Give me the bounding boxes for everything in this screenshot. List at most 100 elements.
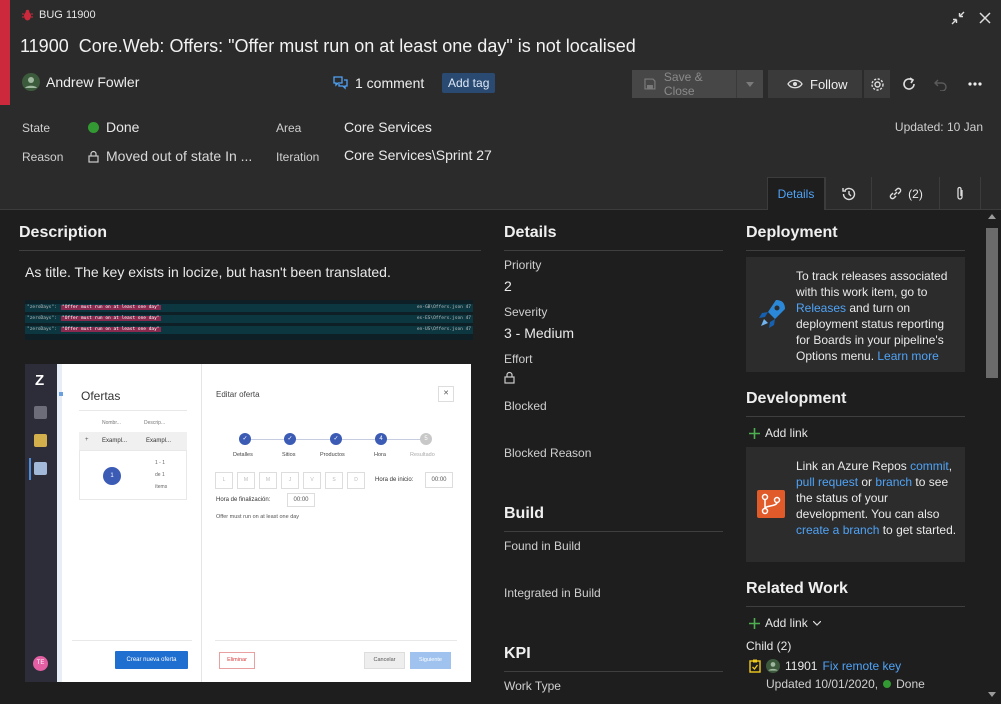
scroll-down-icon[interactable] [988,692,996,697]
comment-icon [333,76,348,90]
save-close-button[interactable]: Save & Close [632,70,763,98]
lock-icon [504,371,515,384]
severity-value[interactable]: 3 - Medium [504,325,574,341]
create-branch-link[interactable]: create a branch [796,523,879,537]
related-item-id: 11901 [785,659,818,673]
code-row: "zeroDays": "Offer must run on at least … [25,315,473,323]
updated-timestamp: Updated: 10 Jan [894,120,983,134]
related-add-link[interactable]: Add link [749,616,821,630]
build-heading: Build [504,505,723,532]
development-text: Link an Azure Repos commit, pull request… [796,459,957,537]
state-label: State [22,121,51,135]
work-item-type-color-bar [0,0,10,105]
close-icon[interactable] [975,8,995,28]
related-item[interactable]: 11901 Fix remote key [749,659,901,673]
avatar [22,73,40,91]
tab-links[interactable]: (2) [871,177,939,210]
releases-link[interactable]: Releases [796,301,846,315]
mock-edit-panel: Editar oferta ✕ ✓ ✓ ✓ 4 5 Detalles Sitio… [203,364,471,682]
details-heading: Details [504,224,723,251]
eye-icon [787,79,803,89]
effort-label: Effort [504,352,533,366]
description-text[interactable]: As title. The key exists in locize, but … [25,264,391,280]
branch-link[interactable]: branch [875,475,912,489]
development-add-link[interactable]: Add link [749,426,808,440]
integrated-in-build-label: Integrated in Build [504,586,601,600]
work-item-title-row: 11900 Core.Web: Offers: "Offer must run … [20,36,636,57]
child-group-label: Child (2) [746,639,792,653]
mock-cancel-button: Cancelar [364,652,405,669]
related-item-state: Done [896,677,925,691]
related-item-meta: Updated 10/01/2020, Done [766,677,925,691]
follow-button[interactable]: Follow [768,70,862,98]
tab-history[interactable] [825,177,871,210]
mock-logo: Z [35,372,45,389]
repo-branch-icon [757,490,785,518]
work-item-header: BUG 11900 11900 Core.Web: Offers: "Offer… [0,0,1001,105]
deployment-text: To track releases associated with this w… [796,269,948,363]
commit-link[interactable]: commit [910,459,949,473]
assigned-to[interactable]: Andrew Fowler [22,73,139,91]
state-value: Done [106,119,140,135]
iteration-value[interactable]: Core Services\Sprint 27 [344,147,492,163]
mock-grid-icon [34,406,47,419]
more-actions-icon[interactable] [964,74,986,94]
blocked-reason-label: Blocked Reason [504,446,592,460]
settings-gear-icon[interactable] [864,70,890,98]
reason-label: Reason [22,150,64,164]
collapse-icon[interactable] [948,8,968,28]
tab-links-count: (2) [908,186,923,201]
related-item-title[interactable]: Fix remote key [822,659,901,673]
follow-label: Follow [810,76,848,92]
add-tag-button[interactable]: Add tag [442,73,496,93]
chevron-down-icon[interactable] [746,81,754,87]
learn-more-link[interactable]: Learn more [877,349,938,363]
bug-icon [22,9,33,21]
mock-offers-panel: Ofertas Nombr... Descrip... + Exampl... … [59,364,202,682]
reason-value: Moved out of state In ... [106,148,253,164]
pull-request-link[interactable]: pull request [796,475,858,489]
work-item-fields: State Done Reason Moved out of state In … [0,105,1001,210]
found-in-build-label: Found in Build [504,539,581,553]
lock-icon [88,150,99,163]
mock-error-text: Offer must run on at least one day [216,514,300,520]
effort-field[interactable] [504,371,515,387]
priority-value[interactable]: 2 [504,278,512,294]
code-row: "zeroDays": "Offer must run on at least … [25,326,473,334]
mock-edit-title: Editar oferta [216,390,260,399]
tab-details[interactable]: Details [767,177,825,210]
refresh-icon[interactable] [899,74,919,94]
mock-next-button: Siguiente [410,652,451,669]
deployment-heading: Deployment [746,224,965,251]
deployment-card: To track releases associated with this w… [746,257,965,372]
mock-delete-button: Eliminar [219,652,255,669]
priority-label: Priority [504,258,542,272]
mock-sidebar: Z TE [25,364,57,682]
development-heading: Development [746,390,965,417]
undo-icon[interactable] [931,74,951,94]
reason-field[interactable]: Moved out of state In ... [88,148,252,164]
work-item-title[interactable]: Core.Web: Offers: "Offer must run on at … [79,36,636,56]
task-icon [749,659,761,673]
mock-close-icon: ✕ [438,386,454,402]
plus-icon [749,617,760,629]
link-icon [889,187,902,200]
rocket-icon [759,300,785,328]
mock-create-button: Crear nueva oferta [115,651,188,669]
mock-avatar: TE [33,656,48,671]
tab-details-label: Details [777,187,815,201]
scroll-up-icon[interactable] [988,214,996,219]
comments-link[interactable]: 1 comment [333,75,424,91]
state-field[interactable]: Done [88,119,139,135]
scrollbar-thumb[interactable] [986,228,998,378]
scrollbar[interactable] [983,210,1001,704]
save-close-label: Save & Close [663,70,703,98]
code-row: "zeroDays": "Offer must run on at least … [25,304,473,312]
state-dot [88,121,99,133]
iteration-label: Iteration [276,150,320,164]
work-item-id: 11900 [20,36,69,56]
work-type-label: Work Type [504,679,561,693]
area-value[interactable]: Core Services [344,119,432,135]
history-icon [841,187,855,200]
tab-attachments[interactable] [939,177,981,210]
